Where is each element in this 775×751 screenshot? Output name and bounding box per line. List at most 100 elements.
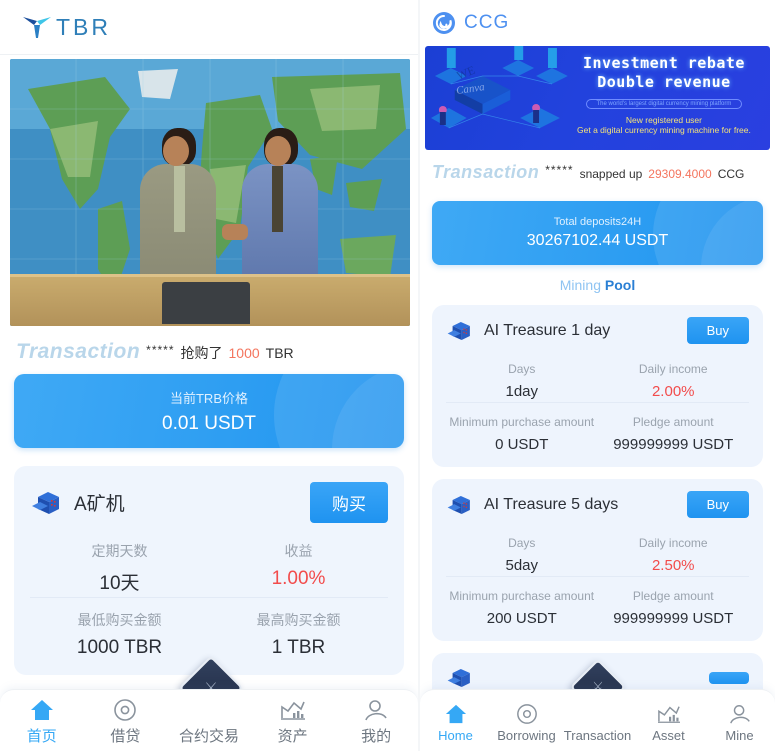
- buy-button[interactable]: 购买: [310, 482, 388, 523]
- promo-sub-2: Get a digital currency mining machine fo…: [577, 124, 751, 135]
- left-transaction-ticker: Transaction ***** 抢购了 1000 TBR: [0, 326, 418, 374]
- tab-home-label: Home: [438, 727, 473, 743]
- product-row: 定期天数 10天 收益 1.00%: [30, 527, 388, 597]
- product-row: Minimum purchase amount 0 USDT Pledge am…: [446, 402, 749, 455]
- product-row: Days 5day Daily income 2.50%: [446, 522, 749, 576]
- detail-value: 1 TBR: [271, 637, 326, 658]
- detail-label: Pledge amount: [632, 415, 714, 429]
- person-right: [242, 128, 320, 284]
- product-card: A矿机 购买 定期天数 10天 收益 1.00% 最低购买金额 1000 TBR…: [14, 466, 404, 675]
- detail-label: 最低购买金额: [77, 612, 162, 628]
- detail-cell: Daily income 2.00%: [598, 362, 750, 400]
- detail-label: Pledge amount: [632, 589, 714, 603]
- dual-phone-screenshot: TBR Transaction ***** 抢购了 1000 TBR 当前TRB…: [0, 0, 775, 751]
- ticker-label: Transaction: [16, 340, 141, 363]
- tab-asset-label: 资产: [277, 727, 308, 745]
- product-row: Minimum purchase amount 200 USDT Pledge …: [446, 576, 749, 629]
- detail-label: Minimum purchase amount: [449, 589, 595, 603]
- promo-banner[interactable]: WE Canva Investment rebate Double revenu…: [425, 46, 770, 150]
- ticker-action: 抢购了: [180, 345, 223, 361]
- ticker-action: snapped up: [579, 167, 643, 181]
- tab-transaction[interactable]: Transaction: [562, 699, 633, 743]
- right-bottom-nav: Home Borrowing Transaction Asset Mine: [420, 689, 775, 751]
- tab-mine-label: Mine: [725, 727, 754, 743]
- promo-headline-2: Double revenue: [597, 72, 731, 91]
- detail-value-highlight: 1.00%: [271, 568, 326, 589]
- tab-mine[interactable]: Mine: [704, 699, 775, 743]
- detail-cell: Pledge amount 999999999 USDT: [598, 589, 750, 627]
- product-title: AI Treasure 1 day: [484, 321, 611, 339]
- product-card: AI Treasure 1 day Buy Days 1day Daily in…: [432, 305, 763, 467]
- tab-contract-trade[interactable]: 合约交易: [167, 696, 251, 746]
- product-title-wrap: A矿机: [30, 488, 125, 518]
- ccg-brand-label: CCG: [464, 12, 510, 33]
- mining-machine-icon: [446, 492, 474, 518]
- ticker-masked-user: *****: [146, 343, 175, 357]
- detail-label: 最高购买金额: [256, 612, 341, 628]
- detail-value-highlight: 2.00%: [651, 383, 695, 400]
- mining-pool-title: Mining Pool: [420, 277, 775, 293]
- product-card: AI Treasure 5 days Buy Days 5day Daily i…: [432, 479, 763, 641]
- isometric-illustration: WE Canva: [430, 46, 568, 129]
- detail-value-highlight: 2.50%: [651, 557, 695, 574]
- person-icon: [363, 696, 389, 722]
- mining-machine-icon: [446, 318, 474, 344]
- detail-cell: 收益 1.00%: [209, 541, 388, 595]
- price-banner-title: 当前TRB价格: [169, 390, 248, 406]
- tab-mine-label: 我的: [361, 727, 392, 745]
- tbr-brand-label: TBR: [56, 13, 111, 40]
- tbr-brand[interactable]: TBR: [22, 14, 111, 41]
- tab-asset[interactable]: Asset: [633, 699, 704, 743]
- detail-label: Daily income: [638, 362, 708, 376]
- buy-button[interactable]: [709, 672, 749, 684]
- tab-asset[interactable]: 资产: [251, 696, 335, 746]
- detail-cell: Days 5day: [446, 536, 598, 574]
- right-transaction-ticker: Transaction ***** snapped up 29309.4000 …: [420, 150, 775, 191]
- ticker-masked-user: *****: [545, 163, 574, 177]
- product-row: Days 1day Daily income 2.00%: [446, 348, 749, 402]
- promo-headline-1: Investment rebate: [582, 54, 745, 72]
- left-app-header: TBR: [0, 0, 418, 55]
- chart-icon: [656, 699, 682, 725]
- price-banner-value: 0.01 USDT: [162, 412, 256, 434]
- tab-home[interactable]: 首页: [0, 696, 84, 746]
- current-price-banner: 当前TRB价格 0.01 USDT: [14, 374, 404, 448]
- detail-value: 0 USDT: [495, 436, 549, 453]
- tab-borrowing[interactable]: Borrowing: [491, 699, 562, 743]
- ticker-unit: CCG: [717, 167, 745, 181]
- detail-cell: 最高购买金额 1 TBR: [209, 610, 388, 659]
- tab-home[interactable]: Home: [420, 699, 491, 743]
- buy-button[interactable]: Buy: [686, 317, 749, 344]
- product-title: A矿机: [74, 494, 125, 515]
- mining-machine-icon: [446, 665, 474, 691]
- ticker-amount: 1000: [228, 345, 260, 361]
- tab-transaction-label: Transaction: [563, 727, 632, 743]
- detail-label: Days: [508, 362, 536, 376]
- deposit-title: Total deposits24H: [553, 216, 642, 228]
- tab-mine[interactable]: 我的: [334, 696, 418, 746]
- detail-cell: 最低购买金额 1000 TBR: [30, 610, 209, 659]
- target-circle-icon: [112, 696, 138, 722]
- detail-label: Days: [508, 536, 536, 550]
- promo-sub-1: New registered user: [625, 114, 702, 125]
- product-card-header: A矿机 购买: [30, 482, 388, 523]
- detail-cell: 定期天数 10天: [30, 541, 209, 595]
- detail-label: 收益: [284, 543, 313, 559]
- ticker-label: Transaction: [432, 162, 540, 182]
- chart-icon: [279, 696, 307, 722]
- detail-label: 定期天数: [91, 543, 148, 559]
- product-title-wrap: [446, 665, 474, 691]
- detail-value: 200 USDT: [486, 610, 557, 627]
- home-icon: [444, 699, 468, 725]
- mining-machine-icon: [30, 488, 64, 518]
- left-phone-panel: TBR Transaction ***** 抢购了 1000 TBR 当前TRB…: [0, 0, 420, 751]
- buy-button[interactable]: Buy: [686, 491, 749, 518]
- product-detail-rows: Days 1day Daily income 2.00% Minimum pur…: [446, 348, 749, 455]
- mining-pool-title-part2: Pool: [604, 277, 636, 293]
- right-app-header: CCG: [420, 0, 775, 46]
- product-card-header: AI Treasure 1 day Buy: [446, 317, 749, 344]
- tab-borrowing[interactable]: 借贷: [84, 696, 168, 746]
- promo-pill: The world's largest digital currency min…: [585, 98, 743, 109]
- table-slot: [162, 282, 250, 324]
- tab-home-label: 首页: [26, 727, 57, 745]
